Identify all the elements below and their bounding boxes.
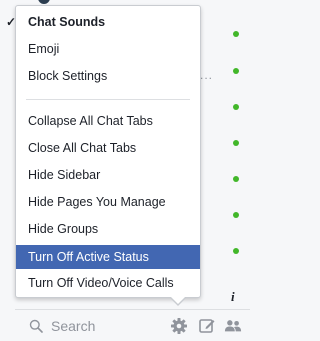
menu-item-label: Hide Pages You Manage <box>28 195 166 209</box>
menu-item-label: Hide Sidebar <box>28 168 101 182</box>
menu-item-chat-sounds[interactable]: ✓ Chat Sounds <box>6 10 200 34</box>
menu-item-label: Close All Chat Tabs <box>28 141 137 155</box>
menu-item-label: Turn Off Video/Voice Calls <box>28 276 174 290</box>
search-input[interactable] <box>51 316 161 336</box>
people-icon[interactable] <box>224 317 242 335</box>
menu-caret <box>171 297 185 304</box>
online-indicator <box>233 212 239 218</box>
menu-item-label: Turn Off Active Status <box>28 250 149 264</box>
gear-icon[interactable] <box>170 317 188 335</box>
menu-separator <box>26 99 190 100</box>
menu-item-label: Block Settings <box>28 69 108 83</box>
chat-sidebar-page: ... i ✓ Chat Sounds Emoji Block Settings… <box>0 0 250 341</box>
contact-name-truncated: ... <box>200 68 214 82</box>
menu-item-emoji[interactable]: Emoji <box>16 37 200 61</box>
search-icon <box>29 319 43 333</box>
menu-item-hide-pages-you-manage[interactable]: Hide Pages You Manage <box>16 190 200 214</box>
menu-item-label: Hide Groups <box>28 222 99 236</box>
chat-search-bar <box>15 309 250 341</box>
online-indicator <box>233 31 239 37</box>
menu-item-collapse-all-chat-tabs[interactable]: Collapse All Chat Tabs <box>16 109 200 133</box>
compose-icon[interactable] <box>198 317 216 335</box>
avatar <box>38 0 50 4</box>
online-indicator <box>233 248 239 254</box>
menu-item-turn-off-active-status[interactable]: Turn Off Active Status <box>16 245 200 269</box>
partial-text: i <box>231 289 235 304</box>
menu-item-block-settings[interactable]: Block Settings <box>16 64 200 88</box>
online-indicator <box>233 104 239 110</box>
online-indicator <box>233 176 239 182</box>
menu-item-close-all-chat-tabs[interactable]: Close All Chat Tabs <box>16 136 200 160</box>
menu-item-hide-groups[interactable]: Hide Groups <box>16 217 200 241</box>
online-indicator <box>233 140 239 146</box>
menu-item-hide-sidebar[interactable]: Hide Sidebar <box>16 163 200 187</box>
check-icon: ✓ <box>6 15 17 29</box>
menu-item-label: Emoji <box>28 42 60 56</box>
menu-item-label: Collapse All Chat Tabs <box>28 114 153 128</box>
chat-options-menu: ✓ Chat Sounds Emoji Block Settings Colla… <box>6 5 201 298</box>
online-indicator <box>233 68 239 74</box>
menu-item-turn-off-video-voice-calls[interactable]: Turn Off Video/Voice Calls <box>16 271 200 295</box>
menu-item-label: Chat Sounds <box>28 15 106 29</box>
